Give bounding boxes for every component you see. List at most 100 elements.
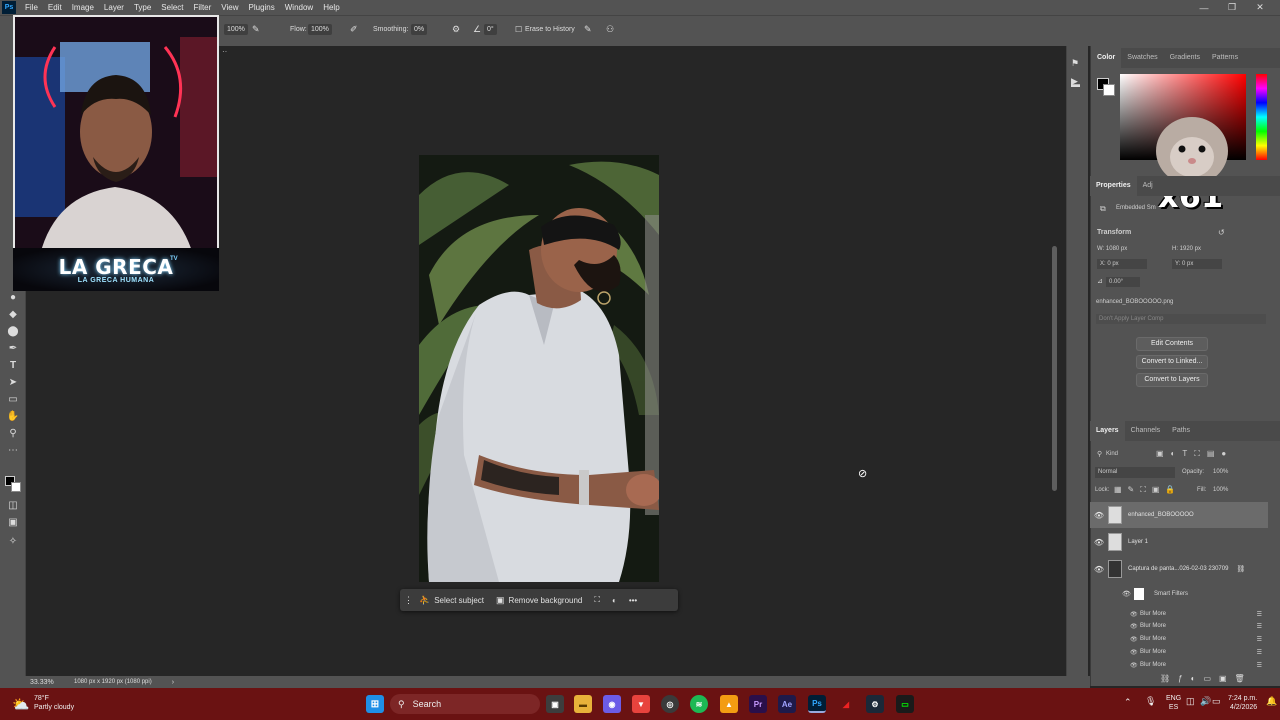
document-info[interactable]: 1080 px x 1920 px (1080 ppi)	[74, 679, 152, 685]
app-red-icon[interactable]: ◢	[837, 695, 855, 713]
menu-layer[interactable]: Layer	[99, 3, 129, 12]
x-field[interactable]: X: 0 px	[1097, 259, 1147, 269]
layer-row[interactable]: 👁 Layer 1	[1090, 529, 1268, 555]
menu-edit[interactable]: Edit	[43, 3, 67, 12]
menu-window[interactable]: Window	[280, 3, 318, 12]
filter-options-icon[interactable]: ☰	[1257, 623, 1268, 630]
layer-actions-icons[interactable]: ⛓ƒ◐▭▣🗑	[1160, 674, 1253, 683]
network-icon[interactable]: ◫	[1186, 697, 1195, 706]
filter-row[interactable]: 👁 Blur More ☰	[1130, 646, 1268, 658]
hand-tool-icon[interactable]: ✋	[5, 409, 21, 423]
premiere-icon[interactable]: Pr	[749, 695, 767, 713]
visibility-eye-icon[interactable]: 👁	[1130, 611, 1140, 618]
document-image[interactable]	[419, 155, 659, 582]
tab-paths[interactable]: Paths	[1166, 421, 1196, 441]
layer-name[interactable]: Layer 1	[1128, 539, 1148, 545]
maximize-button[interactable]: ❐	[1218, 0, 1246, 15]
y-field[interactable]: Y: 0 px	[1172, 259, 1222, 269]
zoom-level[interactable]: 33.33%	[0, 679, 74, 686]
brush-tool-icon[interactable]: ●	[5, 290, 21, 304]
menu-file[interactable]: File	[20, 3, 43, 12]
minimize-button[interactable]: —	[1190, 0, 1218, 15]
spotify-icon[interactable]: ≋	[690, 695, 708, 713]
layer-filter-icons[interactable]: ▣◐T⛶▤●	[1156, 449, 1233, 459]
edit-contents-button[interactable]: Edit Contents	[1136, 337, 1208, 351]
filter-row[interactable]: 👁 Blur More ☰	[1130, 608, 1268, 620]
visibility-eye-icon[interactable]: 👁	[1122, 590, 1134, 598]
language-indicator[interactable]: ENG ES	[1166, 694, 1181, 712]
fill-value[interactable]: 100%	[1213, 487, 1228, 493]
volume-icon[interactable]: 🔊	[1200, 697, 1211, 706]
tab-gradients[interactable]: Gradients	[1164, 48, 1206, 68]
transform-icon[interactable]: ⛶	[588, 589, 606, 611]
filter-options-icon[interactable]: ☰	[1257, 649, 1268, 656]
convert-to-layers-button[interactable]: Convert to Layers	[1136, 373, 1208, 387]
convert-to-linked-button[interactable]: Convert to Linked...	[1136, 355, 1208, 369]
tab-swatches[interactable]: Swatches	[1121, 48, 1163, 68]
zoom-tool-icon[interactable]: ⚲	[5, 426, 21, 440]
menu-plugins[interactable]: Plugins	[244, 3, 280, 12]
tray-chevron-icon[interactable]: ⌃	[1124, 698, 1132, 707]
after-effects-icon[interactable]: Ae	[778, 695, 796, 713]
layer-name[interactable]: enhanced_BOBOOOOO	[1128, 512, 1194, 518]
menu-view[interactable]: View	[216, 3, 243, 12]
task-view-icon[interactable]: ▣	[546, 695, 564, 713]
angle-field[interactable]: 0.00°	[1106, 277, 1140, 287]
filter-row[interactable]: 👁 Blur More ☰	[1130, 659, 1268, 671]
gear-icon[interactable]: ⚙	[452, 24, 460, 35]
kind-filter[interactable]: Kind	[1106, 451, 1118, 457]
type-tool-icon[interactable]: T	[5, 358, 21, 372]
adjust-icon[interactable]: ◐	[606, 589, 623, 611]
visibility-eye-icon[interactable]: 👁	[1130, 662, 1140, 669]
select-subject-button[interactable]: ⛹ Select subject	[413, 589, 490, 611]
visibility-eye-icon[interactable]: 👁	[1090, 511, 1108, 520]
menu-help[interactable]: Help	[318, 3, 344, 12]
symmetry-icon[interactable]: ⚇	[606, 24, 614, 35]
document-tab-close-icon[interactable]: ··	[222, 47, 238, 56]
height-value[interactable]: H: 1920 px	[1172, 246, 1201, 252]
more-tools-icon[interactable]: ⋯	[5, 443, 21, 457]
visibility-eye-icon[interactable]: 👁	[1130, 649, 1140, 656]
filter-options-icon[interactable]: ☰	[1257, 636, 1268, 643]
menu-select[interactable]: Select	[156, 3, 188, 12]
tab-patterns[interactable]: Patterns	[1206, 48, 1244, 68]
smart-filters-row[interactable]: 👁 Smart Filters	[1122, 588, 1260, 600]
eraser-tool-icon[interactable]: ◆	[5, 307, 21, 321]
clock[interactable]: 7:24 p.m. 4/2/2026	[1228, 694, 1257, 712]
tab-properties[interactable]: Properties	[1090, 176, 1137, 196]
chrome-icon[interactable]: ◎	[661, 695, 679, 713]
background-color-swatch[interactable]	[11, 482, 21, 492]
vertical-scrollbar[interactable]	[1052, 246, 1057, 491]
hue-slider[interactable]	[1256, 74, 1267, 160]
menu-type[interactable]: Type	[129, 3, 156, 12]
pressure-size-icon[interactable]: ✎	[584, 24, 592, 35]
microphone-icon[interactable]: 🎙	[1145, 697, 1156, 706]
more-options-button[interactable]: •••	[623, 589, 643, 611]
tab-channels[interactable]: Channels	[1125, 421, 1167, 441]
menu-image[interactable]: Image	[67, 3, 99, 12]
terminal-icon[interactable]: ▭	[896, 695, 914, 713]
history-panel-icon[interactable]: ⚑	[1071, 58, 1079, 69]
vlc-icon[interactable]: ▲	[720, 695, 738, 713]
taskbar-search[interactable]: ⚲ Search	[390, 694, 540, 714]
visibility-eye-icon[interactable]: 👁	[1090, 565, 1108, 574]
filter-options-icon[interactable]: ☰	[1257, 611, 1268, 618]
screen-mode-icon[interactable]: ▣	[5, 515, 21, 529]
pressure-icon[interactable]: ✎	[252, 24, 260, 35]
rectangle-tool-icon[interactable]: ▭	[5, 392, 21, 406]
tab-layers[interactable]: Layers	[1090, 421, 1125, 441]
menu-filter[interactable]: Filter	[189, 3, 217, 12]
layer-name[interactable]: Captura de panta...026-02-03 230709	[1128, 566, 1228, 572]
visibility-eye-icon[interactable]: 👁	[1130, 623, 1140, 630]
airbrush-icon[interactable]: ✐	[350, 24, 358, 35]
layer-row[interactable]: 👁 Captura de panta...026-02-03 230709 ⛓	[1090, 556, 1268, 582]
notifications-icon[interactable]: 🔔	[1266, 697, 1277, 706]
weather-icon[interactable]: ⛅	[12, 695, 30, 713]
discord-icon[interactable]: ◉	[603, 695, 621, 713]
opacity-value[interactable]: 100%	[1213, 469, 1228, 475]
battery-icon[interactable]: ▭	[1212, 697, 1221, 706]
brush-size-field[interactable]: 100%	[224, 24, 248, 35]
remove-background-button[interactable]: ▣ Remove background	[490, 589, 588, 611]
steam-icon[interactable]: ⚙	[866, 695, 884, 713]
visibility-eye-icon[interactable]: 👁	[1130, 636, 1140, 643]
